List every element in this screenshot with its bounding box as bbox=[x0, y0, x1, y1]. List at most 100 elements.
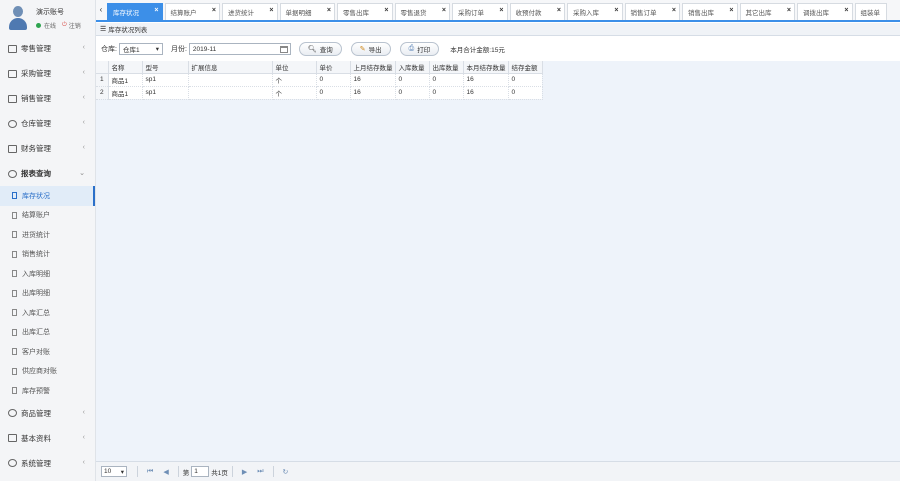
sidebar-item-label: 入库汇总 bbox=[22, 309, 50, 317]
first-page-icon[interactable]: ⏮ bbox=[147, 468, 153, 476]
refresh-icon[interactable]: ↻ bbox=[283, 468, 289, 476]
column-header[interactable]: 名称 bbox=[108, 61, 143, 74]
close-icon[interactable]: × bbox=[729, 7, 733, 14]
user-box: 演示账号 在线 ⏻ 注销 bbox=[0, 0, 95, 36]
table-cell: 商品1 bbox=[108, 86, 143, 100]
menu-group-reports[interactable]: 报表查询 ⌄ bbox=[0, 161, 95, 186]
tab-label: 调拨出库 bbox=[803, 10, 829, 17]
user-status: 在线 ⏻ 注销 bbox=[36, 21, 81, 30]
sidebar-item-label: 入库明细 bbox=[22, 270, 50, 278]
sidebar-item-stock-status[interactable]: 库存状况 bbox=[0, 186, 95, 206]
column-header[interactable]: 单价 bbox=[316, 61, 351, 74]
tab-scroll-left-icon[interactable]: ‹ bbox=[96, 0, 106, 20]
close-icon[interactable]: × bbox=[614, 7, 618, 14]
sidebar-item-supplier-reconcile[interactable]: 供应商对账 bbox=[0, 362, 95, 382]
table-cell: 0 bbox=[395, 73, 430, 87]
tab-transfer-outbound[interactable]: 调拨出库 × bbox=[797, 3, 853, 20]
close-icon[interactable]: × bbox=[844, 7, 848, 14]
close-icon[interactable]: × bbox=[269, 7, 273, 14]
sidebar-item-outbound-summary[interactable]: 出库汇总 bbox=[0, 323, 95, 343]
sidebar-item-customer-reconcile[interactable]: 客户对账 bbox=[0, 342, 95, 362]
sidebar-item-inbound-detail[interactable]: 入库明细 bbox=[0, 264, 95, 284]
sidebar-item-inbound-summary[interactable]: 入库汇总 bbox=[0, 303, 95, 323]
print-label: 打印 bbox=[417, 47, 431, 54]
sidebar-item-label: 出库明细 bbox=[22, 290, 50, 298]
menu-group-system[interactable]: 系统管理 ‹ bbox=[0, 451, 95, 476]
status-text: 在线 bbox=[44, 23, 57, 30]
prev-page-icon[interactable]: ◀ bbox=[163, 468, 168, 476]
page-size-select[interactable]: 10 ▾ bbox=[101, 466, 127, 477]
tab-sales-outbound[interactable]: 销售出库 × bbox=[682, 3, 738, 20]
tab-sales-order[interactable]: 销售订单 × bbox=[624, 3, 680, 20]
page-icon bbox=[12, 367, 17, 375]
close-icon[interactable]: × bbox=[327, 7, 331, 14]
menu-group-label: 商品管理 bbox=[21, 408, 51, 418]
app-root: 演示账号 在线 ⏻ 注销 零售管理 ‹ 采购管理 ‹ 销售管理 ‹ 仓库管理 ‹… bbox=[0, 0, 900, 481]
tab-label: 组装单 bbox=[860, 10, 881, 17]
pager-separator bbox=[231, 466, 233, 477]
calendar-icon[interactable] bbox=[279, 45, 288, 53]
close-icon[interactable]: × bbox=[499, 7, 503, 14]
export-button[interactable]: ✎ 导出 bbox=[350, 42, 391, 56]
caret-down-icon: ▾ bbox=[120, 468, 124, 476]
table-cell: 16 bbox=[463, 73, 509, 87]
table-cell: 0 bbox=[508, 73, 543, 87]
menu-group-retail[interactable]: 零售管理 ‹ bbox=[0, 36, 95, 61]
menu-group-purchase[interactable]: 采购管理 ‹ bbox=[0, 61, 95, 86]
table-row[interactable]: 2 商品1 sp1 个 0 16 0 0 16 0 bbox=[96, 86, 543, 100]
column-header[interactable]: 单位 bbox=[272, 61, 317, 74]
sidebar-item-stock-alert[interactable]: 库存预警 bbox=[0, 381, 95, 401]
menu-group-warehouse[interactable]: 仓库管理 ‹ bbox=[0, 111, 95, 136]
tab-other-outbound[interactable]: 其它出库 × bbox=[739, 3, 795, 20]
sidebar-item-sales-stats[interactable]: 销售统计 bbox=[0, 245, 95, 265]
query-button[interactable]: 🔍︎ 查询 bbox=[298, 42, 342, 56]
close-icon[interactable]: × bbox=[154, 7, 158, 14]
pagination-bar: 10 ▾ ⏮ ◀ 第 1 共1页 ▶ ⏭ ↻ bbox=[96, 461, 900, 481]
column-header[interactable]: 入库数量 bbox=[395, 61, 430, 74]
close-icon[interactable]: × bbox=[212, 7, 216, 14]
table-row[interactable]: 1 商品1 sp1 个 0 16 0 0 16 0 bbox=[96, 73, 543, 87]
menu-group-goods[interactable]: 商品管理 ‹ bbox=[0, 401, 95, 426]
tab-document-detail[interactable]: 单据明细 × bbox=[279, 3, 335, 20]
close-icon[interactable]: × bbox=[787, 7, 791, 14]
month-input[interactable]: 2019-11 bbox=[188, 43, 291, 55]
last-page-icon[interactable]: ⏭ bbox=[257, 468, 263, 476]
menu-group-basic-data[interactable]: 基本资料 ‹ bbox=[0, 426, 95, 451]
menu-group-finance[interactable]: 财务管理 ‹ bbox=[0, 136, 95, 161]
tab-retail-outbound[interactable]: 零售出库 × bbox=[337, 3, 393, 20]
tab-assembly-order[interactable]: 组装单 bbox=[854, 3, 887, 20]
column-header[interactable]: 上月结存数量 bbox=[350, 61, 396, 74]
column-header[interactable]: 型号 bbox=[142, 61, 189, 74]
tab-purchase-order[interactable]: 采购订单 × bbox=[452, 3, 508, 20]
column-header[interactable]: 本月结存数量 bbox=[463, 61, 509, 74]
tab-purchase-stats[interactable]: 进货统计 × bbox=[222, 3, 278, 20]
tab-stock-status[interactable]: 库存状况 × bbox=[107, 3, 163, 20]
sidebar-item-label: 结算账户 bbox=[22, 212, 50, 220]
tab-settlement-account[interactable]: 结算账户 × bbox=[164, 3, 220, 20]
table-cell: 0 bbox=[316, 73, 351, 87]
close-icon[interactable]: × bbox=[442, 7, 446, 14]
next-page-icon[interactable]: ▶ bbox=[242, 468, 247, 476]
close-icon[interactable]: × bbox=[672, 7, 676, 14]
tab-label: 其它出库 bbox=[745, 10, 772, 17]
table-cell: 个 bbox=[272, 73, 317, 87]
sidebar-item-purchase-stats[interactable]: 进货统计 bbox=[0, 225, 95, 245]
page-number-input[interactable]: 1 bbox=[191, 466, 210, 477]
menu-group-sales[interactable]: 销售管理 ‹ bbox=[0, 86, 95, 111]
tab-prepayment[interactable]: 收预付款 × bbox=[509, 3, 565, 20]
column-header[interactable]: 结存金额 bbox=[508, 61, 543, 74]
logout-link[interactable]: ⏻ 注销 bbox=[62, 21, 81, 30]
column-header[interactable]: 扩展信息 bbox=[188, 61, 273, 74]
goods-icon bbox=[8, 409, 17, 417]
print-button[interactable]: ⎙ 打印 bbox=[399, 42, 440, 56]
tab-label: 零售退货 bbox=[400, 10, 427, 17]
column-header[interactable]: 出库数量 bbox=[429, 61, 464, 74]
chevron-left-icon: ‹ bbox=[82, 119, 85, 126]
tab-purchase-inbound[interactable]: 采购入库 × bbox=[567, 3, 623, 20]
close-icon[interactable]: × bbox=[557, 7, 561, 14]
tab-retail-return[interactable]: 零售退货 × bbox=[394, 3, 450, 20]
warehouse-select[interactable]: 仓库1 ▾ bbox=[118, 43, 163, 55]
sidebar-item-outbound-detail[interactable]: 出库明细 bbox=[0, 284, 95, 304]
close-icon[interactable]: × bbox=[384, 7, 388, 14]
sidebar-item-settlement-account[interactable]: 结算账户 bbox=[0, 206, 95, 226]
